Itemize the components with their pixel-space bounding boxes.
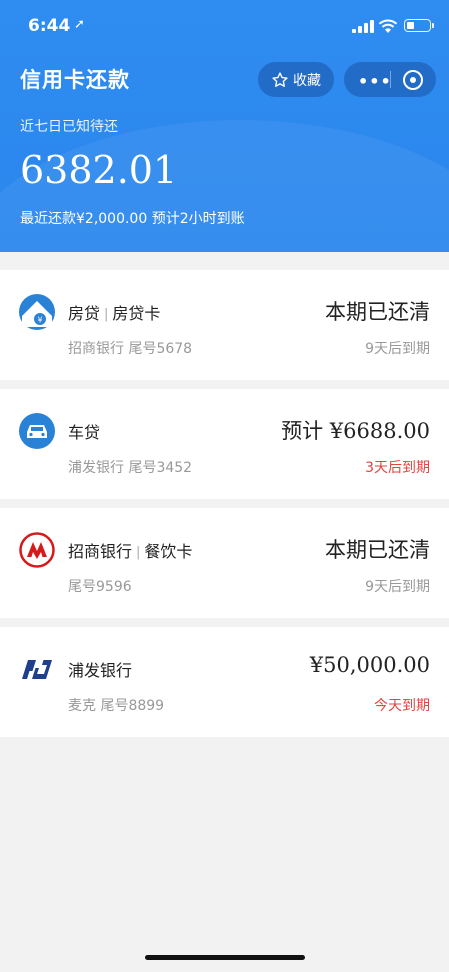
favorite-button[interactable]: 收藏 bbox=[258, 62, 334, 97]
battery-icon bbox=[404, 19, 434, 32]
spdb-bank-icon bbox=[22, 660, 52, 679]
loan-card-car[interactable]: 车贷 浦发银行 尾号3452 预计 ¥6688.00 3天后到期 bbox=[0, 389, 449, 499]
due-text: 9天后到期 bbox=[365, 341, 430, 357]
pending-label: 近七日已知待还 bbox=[20, 119, 118, 135]
loan-name: 房贷 | 房贷卡 bbox=[68, 304, 161, 323]
wifi-icon bbox=[378, 19, 398, 33]
loan-card-house[interactable]: ¥ 房贷 | 房贷卡 招商银行 尾号5678 本期已还清 9天后到期 bbox=[0, 270, 449, 380]
svg-text:¥: ¥ bbox=[37, 316, 42, 325]
repayment-status: 本期已还清 bbox=[325, 538, 430, 562]
loan-name: 浦发银行 bbox=[68, 661, 133, 680]
more-options-icon[interactable]: ••• bbox=[358, 72, 392, 91]
expected-amount: ¥50,000.00 bbox=[309, 653, 430, 677]
recent-repayment-text: 最近还款¥2,000.00 预计2小时到账 bbox=[20, 211, 245, 227]
loan-name: 招商银行 | 餐饮卡 bbox=[68, 542, 193, 561]
loan-card-cmb[interactable]: 招商银行 | 餐饮卡 尾号9596 本期已还清 9天后到期 bbox=[0, 508, 449, 618]
status-time: 6:44 bbox=[28, 16, 71, 36]
due-text: 今天到期 bbox=[374, 698, 430, 714]
loan-meta: 麦克 尾号8899 bbox=[68, 698, 165, 714]
status-bar: 6:44 ➚ bbox=[0, 0, 449, 54]
header-banner: 6:44 ➚ 信用卡还款 收藏 ••• 近七日已知待还 6382.01 最近还款… bbox=[0, 0, 449, 252]
loan-meta: 招商银行 尾号5678 bbox=[68, 341, 193, 357]
home-indicator[interactable] bbox=[145, 955, 305, 960]
loan-name: 车贷 bbox=[68, 423, 101, 442]
house-loan-icon: ¥ bbox=[19, 294, 55, 330]
due-text: 9天后到期 bbox=[365, 579, 430, 595]
favorite-label: 收藏 bbox=[293, 72, 321, 89]
close-icon[interactable] bbox=[402, 69, 424, 91]
due-text: 3天后到期 bbox=[365, 460, 430, 476]
loan-meta: 浦发银行 尾号3452 bbox=[68, 460, 193, 476]
repayment-status: 本期已还清 bbox=[325, 300, 430, 324]
pending-amount: 6382.01 bbox=[20, 148, 178, 192]
car-loan-icon bbox=[19, 413, 55, 449]
loan-card-spdb[interactable]: 浦发银行 麦克 尾号8899 ¥50,000.00 今天到期 bbox=[0, 627, 449, 737]
expected-amount: 预计 ¥6688.00 bbox=[281, 419, 430, 443]
capsule-divider bbox=[390, 71, 391, 88]
mini-program-capsule: ••• bbox=[344, 62, 436, 97]
star-icon bbox=[272, 71, 288, 87]
cellular-signal-icon bbox=[352, 20, 374, 33]
cmb-bank-icon bbox=[19, 532, 55, 568]
loan-meta: 尾号9596 bbox=[68, 579, 132, 595]
location-arrow-icon: ➚ bbox=[74, 17, 85, 32]
page-title: 信用卡还款 bbox=[20, 68, 130, 92]
